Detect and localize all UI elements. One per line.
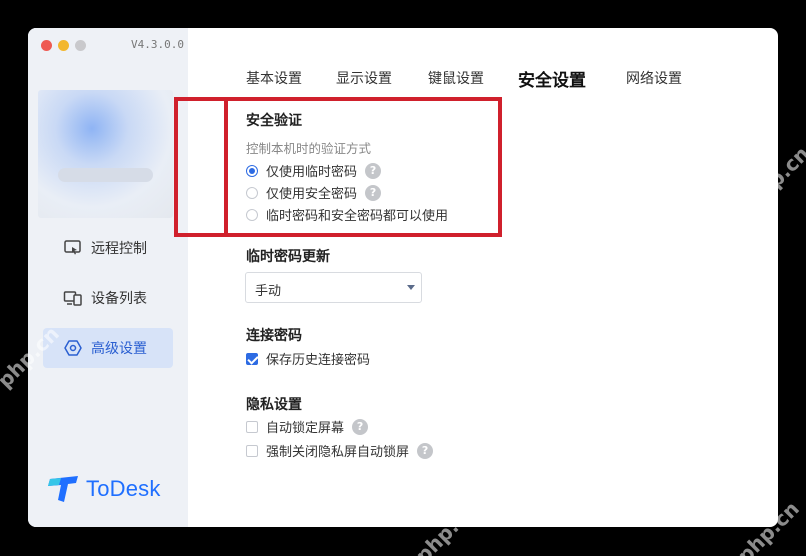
- sidebar-item-label: 高级设置: [91, 341, 147, 357]
- settings-main: 基本设置 显示设置 键鼠设置 安全设置 网络设置 安全验证 控制本机时的验证方式…: [174, 28, 778, 527]
- privacy-settings-title: 隐私设置: [246, 397, 302, 413]
- sidebar-item-label: 远程控制: [91, 241, 147, 257]
- security-verify-subtitle: 控制本机时的验证方式: [246, 141, 372, 156]
- radio-label: 仅使用安全密码: [266, 187, 358, 202]
- help-icon[interactable]: ?: [352, 418, 369, 435]
- radio-temp-password-only[interactable]: 仅使用临时密码 ?: [246, 161, 382, 180]
- todesk-logo: ToDesk: [48, 476, 161, 502]
- radio-label: 临时密码和安全密码都可以使用: [266, 209, 449, 224]
- close-window-button[interactable]: [41, 40, 52, 51]
- security-verify-title: 安全验证: [246, 113, 302, 129]
- radio-label: 仅使用临时密码: [266, 165, 358, 180]
- temp-password-update-title: 临时密码更新: [246, 249, 330, 265]
- checkbox[interactable]: [246, 444, 258, 457]
- sidebar-item-device-list[interactable]: 设备列表: [43, 278, 173, 318]
- checkbox-save-history-password[interactable]: 保存历史连接密码: [246, 349, 370, 368]
- checkbox[interactable]: [246, 352, 258, 365]
- advanced-settings-icon: [64, 340, 82, 356]
- checkbox-label: 自动锁定屏幕: [266, 421, 345, 436]
- todesk-logo-icon: [48, 476, 78, 502]
- checkbox[interactable]: [246, 420, 258, 433]
- sidebar: V4.3.0.0 远程控制 设备列表 高级设置 ToDesk: [28, 28, 188, 527]
- radio-button[interactable]: [246, 186, 258, 199]
- minimize-window-button[interactable]: [58, 40, 69, 51]
- help-icon[interactable]: ?: [365, 184, 382, 201]
- checkbox-label: 保存历史连接密码: [266, 353, 371, 368]
- radio-security-password-only[interactable]: 仅使用安全密码 ?: [246, 183, 382, 202]
- select-value: 手动: [255, 284, 282, 299]
- version-label: V4.3.0.0: [131, 38, 184, 51]
- help-icon[interactable]: ?: [417, 442, 434, 459]
- avatar: [38, 90, 173, 218]
- sidebar-item-remote-control[interactable]: 远程控制: [43, 228, 173, 268]
- tab-keyboard-mouse-settings[interactable]: 键鼠设置: [428, 68, 484, 88]
- sidebar-item-label: 设备列表: [91, 291, 147, 307]
- radio-both-passwords[interactable]: 临时密码和安全密码都可以使用: [246, 205, 448, 224]
- checkbox-force-close-privacy-lock[interactable]: 强制关闭隐私屏自动锁屏 ?: [246, 441, 434, 460]
- temp-password-update-select[interactable]: 手动: [245, 272, 422, 303]
- sidebar-item-advanced-settings[interactable]: 高级设置: [43, 328, 173, 368]
- zoom-window-button[interactable]: [75, 40, 86, 51]
- remote-control-icon: [64, 240, 81, 255]
- highlight-divider: [224, 97, 228, 237]
- checkbox-label: 强制关闭隐私屏自动锁屏: [266, 445, 410, 460]
- chevron-down-icon: [407, 285, 415, 290]
- tab-basic-settings[interactable]: 基本设置: [246, 68, 302, 88]
- logo-text: ToDesk: [86, 476, 161, 501]
- app-window: V4.3.0.0 远程控制 设备列表 高级设置 ToDesk 基本设置 显示设置…: [28, 28, 778, 527]
- checkbox-auto-lock-screen[interactable]: 自动锁定屏幕 ?: [246, 417, 369, 436]
- connection-password-title: 连接密码: [246, 328, 302, 344]
- help-icon[interactable]: ?: [365, 162, 382, 179]
- device-list-icon: [63, 291, 82, 306]
- tab-security-settings[interactable]: 安全设置: [518, 66, 586, 91]
- tab-network-settings[interactable]: 网络设置: [626, 68, 682, 88]
- radio-button[interactable]: [246, 164, 258, 177]
- radio-button[interactable]: [246, 208, 258, 221]
- tab-display-settings[interactable]: 显示设置: [336, 68, 392, 88]
